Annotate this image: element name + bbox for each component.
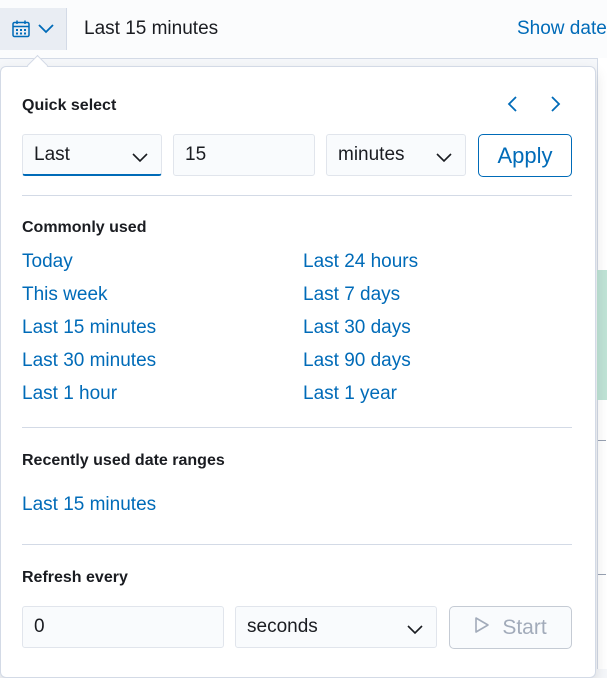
commonly-used-item[interactable]: Last 30 minutes — [22, 350, 156, 372]
play-icon — [474, 616, 490, 640]
background-highlight — [597, 270, 607, 400]
date-range-text[interactable]: Last 15 minutes — [84, 18, 218, 40]
commonly-used-item[interactable]: Last 30 days — [303, 317, 411, 339]
commonly-used-item[interactable]: Today — [22, 251, 73, 273]
refresh-every-title: Refresh every — [22, 569, 128, 586]
recent-range-item[interactable]: Last 15 minutes — [22, 494, 156, 516]
background-line — [598, 440, 606, 441]
previous-button[interactable] — [502, 95, 522, 118]
commonly-used-item[interactable]: This week — [22, 284, 108, 306]
quick-select-title: Quick select — [22, 97, 117, 114]
chevron-down-icon — [37, 23, 55, 35]
commonly-used-item[interactable]: Last 24 hours — [303, 251, 418, 273]
tense-select-value: Last — [34, 143, 70, 165]
commonly-used-title: Commonly used — [22, 219, 147, 236]
commonly-used-item[interactable]: Last 90 days — [303, 350, 411, 372]
refresh-unit-select[interactable]: seconds — [235, 606, 437, 648]
chevron-right-icon — [550, 95, 562, 118]
start-label: Start — [502, 615, 547, 639]
section-divider — [22, 195, 572, 196]
chevron-down-icon — [131, 148, 149, 170]
calendar-icon — [11, 19, 31, 39]
commonly-used-item[interactable]: Last 1 year — [303, 383, 397, 405]
show-dates-link[interactable]: Show dates — [517, 18, 607, 40]
chevron-left-icon — [506, 95, 518, 118]
chevron-down-icon — [435, 148, 453, 170]
next-button[interactable] — [546, 95, 566, 118]
unit-select-value: minutes — [338, 144, 405, 165]
unit-select[interactable]: minutes — [326, 134, 466, 176]
refresh-unit-value: seconds — [247, 616, 318, 637]
refresh-interval-input[interactable]: 0 — [22, 606, 224, 648]
apply-button[interactable]: Apply — [478, 134, 572, 177]
amount-input[interactable]: 15 — [173, 134, 315, 176]
background-line — [598, 574, 606, 575]
commonly-used-item[interactable]: Last 15 minutes — [22, 317, 156, 339]
chevron-down-icon — [406, 620, 424, 642]
amount-input-value: 15 — [185, 144, 207, 165]
section-divider — [22, 427, 572, 428]
refresh-interval-value: 0 — [34, 616, 45, 637]
date-picker-bar: Last 15 minutes Show dates — [0, 0, 607, 59]
section-divider — [22, 544, 572, 545]
recently-used-title: Recently used date ranges — [22, 452, 225, 469]
quick-menu-button[interactable] — [0, 8, 67, 50]
commonly-used-item[interactable]: Last 7 days — [303, 284, 400, 306]
commonly-used-item[interactable]: Last 1 hour — [22, 383, 117, 405]
start-refresh-button[interactable]: Start — [449, 606, 572, 649]
tense-select[interactable]: Last — [22, 134, 162, 176]
